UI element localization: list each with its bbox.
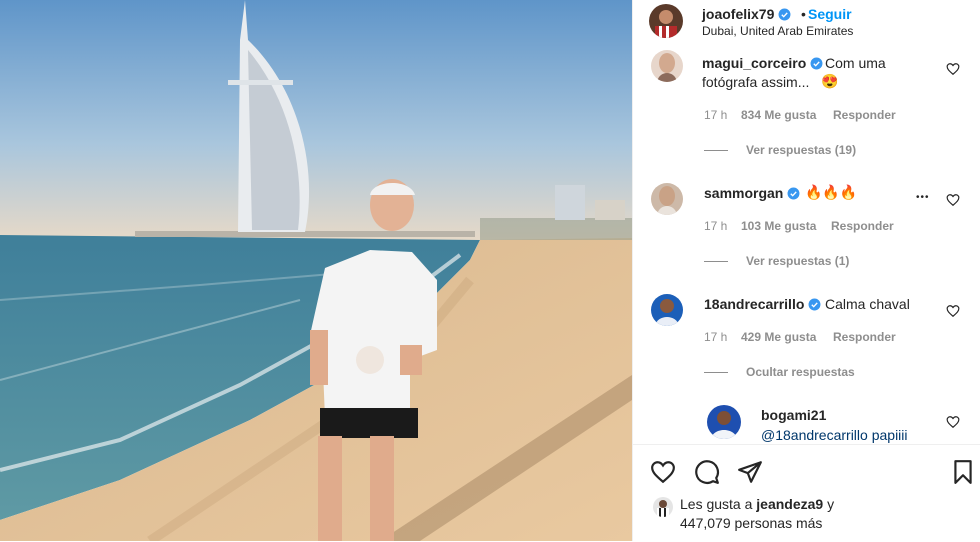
likes-count[interactable]: 447,079 personas más — [680, 515, 822, 531]
more-options-icon[interactable]: ••• — [916, 192, 930, 203]
bookmark-icon[interactable] — [950, 459, 976, 485]
likes-summary: Les gusta a jeandeza9 y — [680, 496, 835, 512]
comment-time[interactable]: 17 h — [704, 330, 727, 344]
heart-icon[interactable] — [650, 459, 676, 485]
comment-avatar[interactable] — [651, 50, 683, 82]
post-photo[interactable] — [0, 0, 632, 541]
comment-username[interactable]: sammorgan — [704, 185, 800, 201]
comment-likes[interactable]: 429 Me gusta — [741, 330, 816, 344]
view-replies-toggle[interactable]: Ver respuestas (19) — [746, 143, 856, 157]
post-header: joaofelix79 • Seguir Dubai, United Arab … — [633, 0, 980, 44]
reply-button[interactable]: Responder — [833, 330, 896, 344]
verified-icon — [808, 298, 821, 311]
follow-button[interactable]: Seguir — [808, 6, 852, 22]
comment-like-icon[interactable] — [946, 415, 960, 429]
reply-button[interactable]: Responder — [831, 219, 894, 233]
post-actions: Les gusta a jeandeza9 y 447,079 personas… — [633, 444, 980, 542]
comment-text: Calma chaval — [825, 296, 910, 312]
liker-avatar[interactable] — [653, 497, 673, 517]
replies-divider — [704, 372, 728, 373]
comment-likes[interactable]: 834 Me gusta — [741, 108, 816, 122]
share-icon[interactable] — [737, 459, 763, 485]
comment-icon[interactable] — [694, 459, 720, 485]
replies-divider — [704, 261, 728, 262]
comment-emoji: 😍 — [821, 73, 839, 89]
comment-text: Com uma — [825, 55, 886, 71]
comment-text: fotógrafa assim... — [702, 74, 810, 90]
comment-likes[interactable]: 103 Me gusta — [741, 219, 816, 233]
verified-icon — [787, 187, 800, 200]
comments-list[interactable]: magui_corceiro Com uma fotógrafa assim..… — [633, 44, 980, 444]
comment-text: 🔥🔥🔥 — [805, 184, 858, 200]
comment-mention[interactable]: @18andrecarrillo papiiii — [761, 427, 908, 443]
instagram-post: joaofelix79 • Seguir Dubai, United Arab … — [0, 0, 980, 542]
comment-time[interactable]: 17 h — [704, 219, 727, 233]
beach-photo-illustration — [0, 0, 632, 541]
verified-icon — [778, 8, 791, 21]
comment-like-icon[interactable] — [946, 193, 960, 207]
verified-icon — [810, 57, 823, 70]
liker-username[interactable]: jeandeza9 — [756, 496, 823, 512]
comment-avatar[interactable] — [651, 294, 683, 326]
comment-avatar[interactable] — [707, 405, 741, 439]
reply-button[interactable]: Responder — [833, 108, 896, 122]
comment-avatar[interactable] — [651, 183, 683, 215]
comment-like-icon[interactable] — [946, 304, 960, 318]
post-side-panel: joaofelix79 • Seguir Dubai, United Arab … — [632, 0, 980, 542]
author-avatar[interactable] — [649, 4, 683, 38]
replies-divider — [704, 150, 728, 151]
header-separator: • — [801, 6, 806, 22]
view-replies-toggle[interactable]: Ver respuestas (1) — [746, 254, 849, 268]
comment-time[interactable]: 17 h — [704, 108, 727, 122]
comment-like-icon[interactable] — [946, 62, 960, 76]
post-location[interactable]: Dubai, United Arab Emirates — [702, 24, 853, 38]
comment-username[interactable]: 18andrecarrillo — [704, 296, 821, 312]
comment-username[interactable]: magui_corceiro — [702, 55, 823, 71]
comment-username[interactable]: bogami21 — [761, 407, 826, 423]
hide-replies-toggle[interactable]: Ocultar respuestas — [746, 365, 855, 379]
author-username[interactable]: joaofelix79 — [702, 6, 791, 22]
